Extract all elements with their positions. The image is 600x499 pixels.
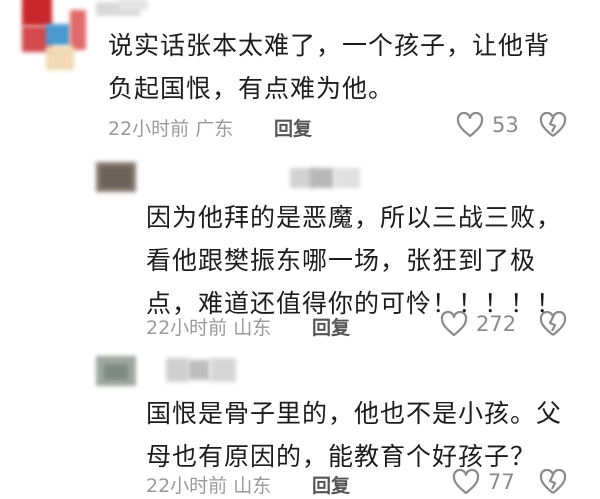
comment-text: 因为他拜的是恶魔，所以三战三败， 看他跟樊振东哪一场，张狂到了极 点，难道还值得… [146,196,586,325]
timestamp: 22小时前 [146,317,228,339]
dislike-button[interactable] [538,310,568,341]
heart-icon [452,469,480,495]
avatar[interactable] [96,162,136,192]
username[interactable] [166,358,236,382]
heart-icon [440,311,468,337]
reply-button[interactable]: 回复 [312,471,350,498]
dislike-button[interactable] [538,468,568,499]
reply-button[interactable]: 回复 [274,114,312,141]
like-button[interactable]: 272 [440,311,516,337]
like-count: 272 [476,312,517,336]
broken-heart-icon [539,111,567,137]
username [118,0,148,10]
like-button[interactable]: 53 [456,112,519,138]
heart-icon [456,112,484,138]
like-count: 53 [492,113,519,137]
location: 山东 [233,475,272,497]
broken-heart-icon [539,468,567,494]
comment-line: 负起国恨，有点难为他。 [108,74,395,103]
like-count: 77 [488,470,515,494]
comment-line: 看他跟樊振东哪一场，张狂到了极 [146,246,537,275]
comment-text: 国恨是骨子里的，他也不是小孩。父 母也有原因的，能教育个好孩子？ [146,392,586,478]
location: 山东 [233,317,272,339]
timestamp: 22小时前 [146,475,228,497]
broken-heart-icon [539,310,567,336]
comment-text: 说实话张本太难了，一个孩子，让他背 负起国恨，有点难为他。 [108,24,588,110]
comment-line: 因为他拜的是恶魔，所以三战三败， [146,203,563,232]
reply-button[interactable]: 回复 [312,313,350,340]
timestamp: 22小时前 [108,118,190,140]
avatar[interactable] [0,0,108,70]
location: 广东 [195,118,234,140]
avatar[interactable] [96,356,136,386]
dislike-button[interactable] [538,111,568,142]
comment-line: 国恨是骨子里的，他也不是小孩。父 [146,399,563,428]
username[interactable] [290,168,360,188]
comment-line: 说实话张本太难了，一个孩子，让他背 [108,31,551,60]
like-button[interactable]: 77 [452,469,515,495]
